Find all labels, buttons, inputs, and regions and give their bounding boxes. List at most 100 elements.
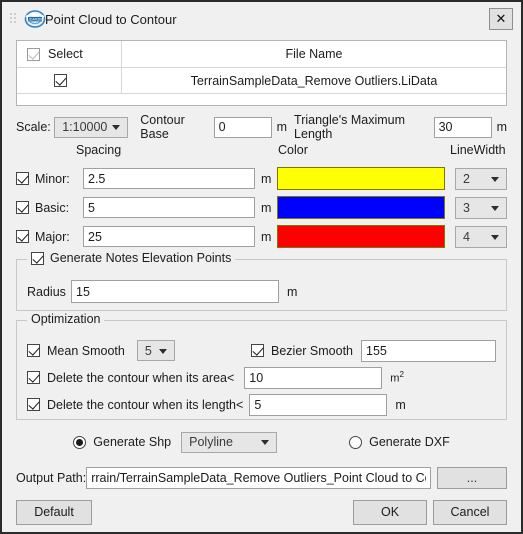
contour-level-row-major: Major: m 4 — [16, 223, 507, 250]
bezier-smooth-label: Bezier Smooth — [271, 343, 353, 358]
area-unit: m2 — [390, 370, 404, 385]
default-button[interactable]: Default — [16, 499, 92, 525]
generate-notes-elevation-checkbox[interactable] — [31, 251, 44, 265]
default-button-label: Default — [34, 505, 74, 519]
generate-dxf-radio[interactable] — [349, 435, 363, 449]
delete-by-length-row: Delete the contour when its length< m — [27, 391, 496, 418]
basic-label: Basic: — [35, 200, 70, 215]
output-path-input[interactable] — [86, 467, 431, 489]
area-unit-superscript: 2 — [399, 370, 404, 380]
scale-label: Scale: — [16, 120, 51, 134]
output-path-label: Output Path: — [16, 471, 87, 485]
file-list-table: Select File Name TerrainSampleData_Remov… — [16, 40, 507, 106]
contour-level-row-basic: Basic: m 3 — [16, 194, 507, 221]
minor-linewidth-select[interactable]: 2 — [455, 167, 507, 190]
triangle-max-length-unit: m — [496, 120, 507, 134]
header-cell-file-name: File Name — [285, 47, 343, 61]
cancel-button[interactable]: Cancel — [433, 499, 507, 525]
radius-unit: m — [287, 284, 298, 299]
close-button[interactable]: ✕ — [489, 8, 513, 30]
basic-color-swatch[interactable] — [277, 196, 445, 219]
delete-by-length-checkbox[interactable] — [27, 398, 40, 411]
column-header-spacing: Spacing — [76, 143, 122, 157]
browse-button[interactable]: ... — [437, 467, 507, 489]
ok-button[interactable]: OK — [353, 499, 427, 525]
ok-button-label: OK — [380, 505, 400, 519]
header-label-select: Select — [48, 47, 83, 61]
browse-button-label: ... — [466, 471, 478, 485]
table-row[interactable]: TerrainSampleData_Remove Outliers.LiData — [17, 68, 506, 94]
select-all-checkbox[interactable] — [27, 47, 40, 61]
notes-elevation-group: Generate Notes Elevation Points Radius m — [16, 251, 507, 311]
shp-geometry-type-value: Polyline — [189, 435, 233, 449]
cancel-button-label: Cancel — [450, 505, 490, 519]
length-unit: m — [395, 397, 406, 412]
major-linewidth-select[interactable]: 4 — [455, 225, 507, 248]
table-empty-area — [17, 94, 506, 105]
svg-text:LiDAR360: LiDAR360 — [27, 18, 43, 22]
output-path-row: Output Path: ... — [16, 466, 507, 490]
major-spacing-input[interactable] — [83, 226, 255, 247]
triangle-max-length-input[interactable] — [433, 116, 492, 138]
close-icon: ✕ — [495, 11, 507, 26]
row-cell-file-name: TerrainSampleData_Remove Outliers.LiData — [190, 73, 438, 88]
scale-select[interactable]: 1:10000 — [54, 116, 129, 138]
basic-linewidth-value: 3 — [463, 200, 470, 215]
chevron-down-icon — [491, 176, 499, 182]
delete-by-length-input[interactable] — [249, 393, 388, 416]
radius-input[interactable] — [71, 280, 279, 303]
mean-smooth-checkbox[interactable] — [27, 344, 40, 357]
contour-base-input[interactable] — [213, 116, 272, 138]
major-color-swatch[interactable] — [277, 225, 445, 248]
delete-by-area-label: Delete the contour when its area< — [47, 370, 235, 385]
contour-base-unit: m — [276, 120, 288, 134]
generate-shp-radio[interactable] — [73, 435, 87, 449]
delete-by-area-row: Delete the contour when its area< m2 — [27, 364, 496, 391]
generate-dxf-wrapper: Generate DXF — [349, 435, 450, 449]
lidar360-logo-icon: LiDAR360 — [24, 8, 46, 30]
major-label: Major: — [35, 229, 70, 244]
optimization-title-label: Optimization — [31, 312, 101, 326]
shp-geometry-type-select[interactable]: Polyline — [181, 431, 278, 453]
optimization-group-title: Optimization — [27, 312, 105, 326]
point-cloud-to-contour-dialog: LiDAR360 Point Cloud to Contour ✕ Select… — [0, 0, 523, 534]
optimization-group: Optimization Mean Smooth 5 Bezier Smooth… — [16, 312, 507, 420]
minor-label: Minor: — [35, 171, 70, 186]
table-header-row: Select File Name — [17, 41, 506, 68]
delete-by-area-checkbox[interactable] — [27, 371, 40, 384]
column-header-linewidth: LineWidth — [450, 143, 506, 157]
generate-shp-label: Generate Shp — [93, 435, 172, 449]
notes-group-title-label: Generate Notes Elevation Points — [50, 251, 232, 265]
mean-smooth-select[interactable]: 5 — [136, 340, 175, 361]
title-bar: LiDAR360 Point Cloud to Contour ✕ — [2, 2, 521, 36]
radius-label: Radius — [27, 284, 66, 299]
chevron-down-icon — [158, 348, 167, 354]
radius-row: Radius m — [27, 280, 496, 303]
header-cell-select: Select — [17, 41, 122, 67]
row-select-checkbox[interactable] — [53, 74, 67, 87]
major-linewidth-value: 4 — [463, 229, 470, 244]
bezier-smooth-input[interactable] — [361, 339, 496, 362]
bezier-smooth-checkbox[interactable] — [251, 344, 265, 357]
scale-select-value: 1:10000 — [62, 120, 108, 134]
delete-by-length-label: Delete the contour when its length< — [47, 397, 244, 412]
basic-enable-checkbox[interactable] — [16, 201, 29, 214]
major-enable-checkbox[interactable] — [16, 230, 29, 243]
delete-by-area-input[interactable] — [244, 366, 383, 389]
notes-group-title: Generate Notes Elevation Points — [27, 251, 236, 265]
dialog-footer: Default OK Cancel — [2, 492, 521, 532]
basic-spacing-input[interactable] — [83, 197, 255, 218]
chevron-down-icon — [491, 234, 499, 240]
minor-linewidth-value: 2 — [463, 171, 470, 186]
mean-smooth-label: Mean Smooth — [47, 343, 125, 358]
smooth-row: Mean Smooth 5 Bezier Smooth — [27, 337, 496, 364]
minor-spacing-input[interactable] — [83, 168, 255, 189]
basic-spacing-unit: m — [261, 200, 272, 215]
scale-settings-row: Scale: 1:10000 Contour Base m Triangle's… — [16, 113, 507, 141]
generate-dxf-label: Generate DXF — [369, 435, 450, 449]
chevron-down-icon — [491, 205, 499, 211]
basic-linewidth-select[interactable]: 3 — [455, 196, 507, 219]
minor-spacing-unit: m — [261, 171, 272, 186]
minor-enable-checkbox[interactable] — [16, 172, 29, 185]
minor-color-swatch[interactable] — [277, 167, 445, 190]
